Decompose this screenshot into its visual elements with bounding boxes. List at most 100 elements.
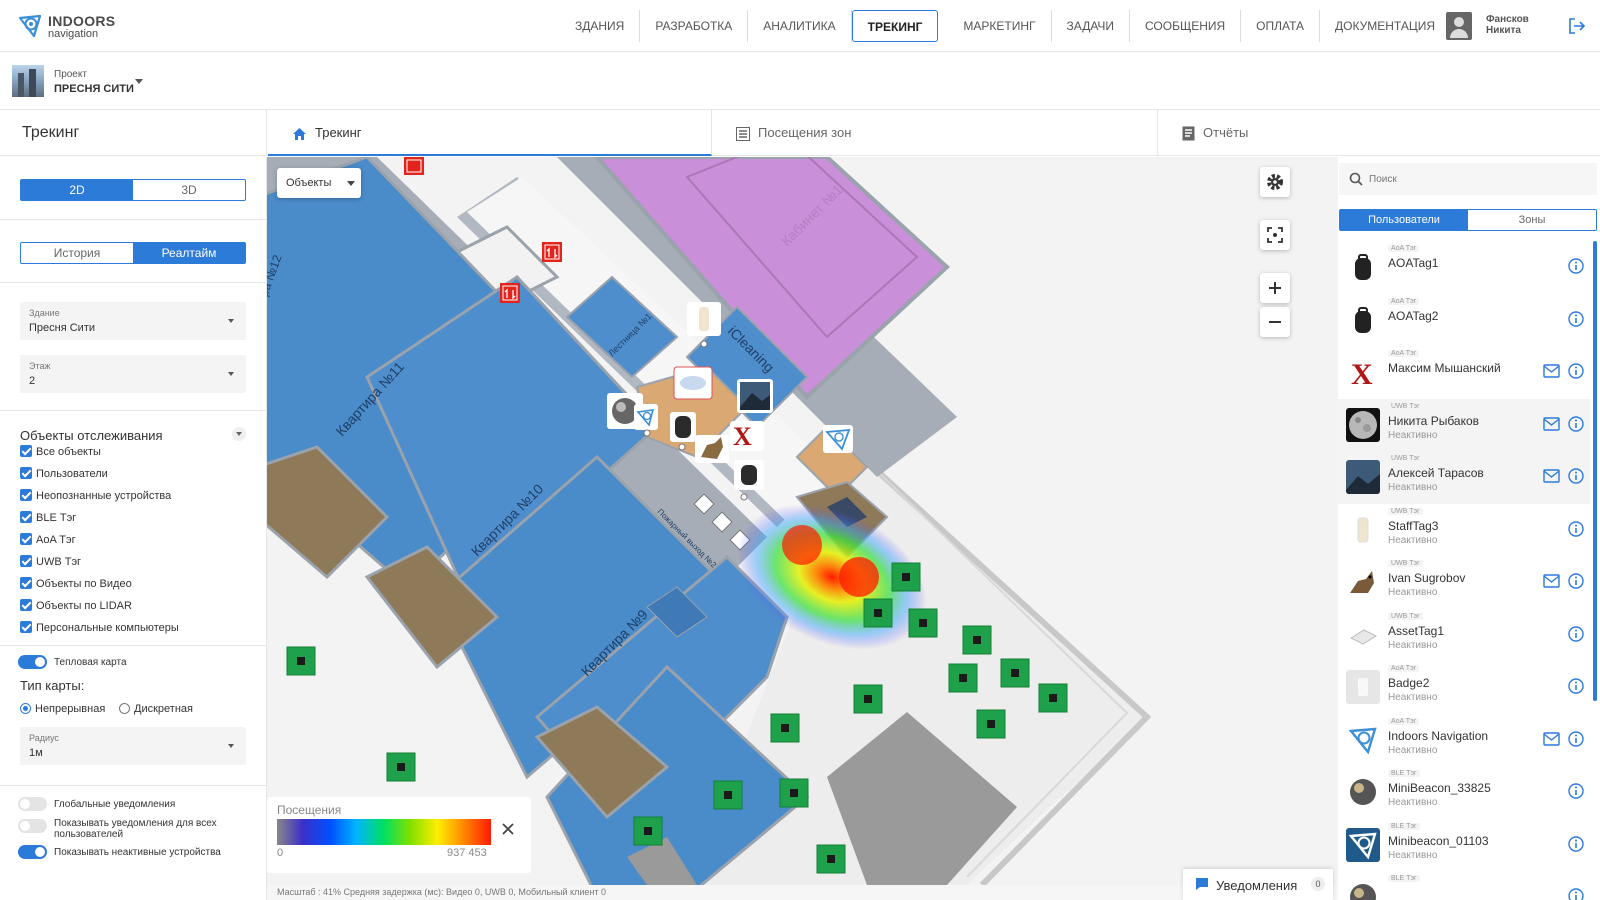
nav-item[interactable]: ОПЛАТА xyxy=(1241,10,1321,42)
collapse-icon[interactable] xyxy=(232,427,246,441)
info-icon[interactable] xyxy=(1568,625,1584,642)
map-settings-button[interactable] xyxy=(1260,167,1290,197)
tracked-object-marker[interactable] xyxy=(734,460,764,490)
tracked-object-marker[interactable] xyxy=(823,425,853,453)
nav-item[interactable]: СООБЩЕНИЯ xyxy=(1130,10,1242,42)
close-icon[interactable] xyxy=(501,822,515,836)
beacon-marker[interactable] xyxy=(976,709,1006,739)
beacon-marker[interactable] xyxy=(1038,683,1068,713)
beacon-marker[interactable] xyxy=(962,625,992,655)
beacon-marker[interactable] xyxy=(948,663,978,693)
show-inactive-toggle[interactable] xyxy=(18,845,47,859)
info-icon[interactable] xyxy=(1568,520,1584,537)
nav-item[interactable]: ЗАДАЧИ xyxy=(1052,10,1131,42)
tracked-object-marker[interactable] xyxy=(737,379,773,413)
user-menu[interactable]: Фансков Никита xyxy=(1446,12,1586,40)
notifications-button[interactable]: Уведомления 0 xyxy=(1183,869,1333,900)
info-icon[interactable] xyxy=(1568,730,1584,747)
info-icon[interactable] xyxy=(1568,888,1584,900)
beacon-marker[interactable] xyxy=(779,778,809,808)
radius-select[interactable]: Радиус 1м xyxy=(20,727,246,765)
beacon-marker[interactable] xyxy=(770,713,800,743)
tracked-object-marker[interactable] xyxy=(634,404,658,430)
tracking-filter-checkbox[interactable]: BLE Тэг xyxy=(20,509,76,527)
project-name[interactable]: ПРЕСНЯ СИТИ xyxy=(54,83,134,95)
list-item[interactable]: X AoA Тэг Максим Мышанский xyxy=(1338,346,1590,399)
tracking-filter-checkbox[interactable]: UWB Тэг xyxy=(20,553,81,571)
floor-select[interactable]: Этаж 2 xyxy=(20,355,246,393)
info-icon[interactable] xyxy=(1568,258,1584,274)
info-icon[interactable] xyxy=(1568,835,1584,852)
tab-tracking[interactable]: Трекинг xyxy=(268,110,712,156)
nav-item[interactable]: МАРКЕТИНГ xyxy=(948,10,1052,42)
history-button[interactable]: История xyxy=(21,243,133,263)
map-type-discrete[interactable]: Дискретная xyxy=(119,702,193,715)
beacon-marker[interactable] xyxy=(891,562,921,592)
beacon-marker[interactable] xyxy=(863,598,893,628)
beacon-marker[interactable] xyxy=(386,752,416,782)
tracking-filter-checkbox[interactable]: Объекты по Видео xyxy=(20,575,132,593)
tracked-object-marker[interactable] xyxy=(670,412,696,442)
nav-item[interactable]: РАЗРАБОТКА xyxy=(640,10,749,42)
mail-icon[interactable] xyxy=(1543,416,1560,431)
brand-logo[interactable]: INDOORS navigation xyxy=(16,10,136,42)
list-item[interactable]: AoA Тэг AOATag2 xyxy=(1338,294,1590,347)
list-item[interactable]: BLE Тэг MiniBeacon_33825 Неактивно xyxy=(1338,766,1590,819)
list-item[interactable]: BLE Тэг xyxy=(1338,871,1590,900)
floor-plan[interactable]: Кабинет №1 Квартира №11 Квартира №10 Ква… xyxy=(267,157,1338,885)
objects-dropdown[interactable]: Объекты xyxy=(277,168,361,198)
beacon-marker[interactable] xyxy=(286,646,316,676)
list-item[interactable]: UWB Тэг AssetTag1 Неактивно xyxy=(1338,609,1590,662)
list-item[interactable]: UWB Тэг Никита Рыбаков Неактивно xyxy=(1338,398,1590,452)
beacon-marker[interactable] xyxy=(633,816,663,846)
info-icon[interactable] xyxy=(1568,415,1584,432)
project-image[interactable] xyxy=(12,65,44,97)
info-icon[interactable] xyxy=(1568,573,1584,589)
mail-icon[interactable] xyxy=(1543,574,1560,588)
tracked-object-marker[interactable] xyxy=(695,435,729,463)
logout-icon[interactable] xyxy=(1568,18,1586,34)
users-tab[interactable]: Пользователи xyxy=(1340,210,1468,230)
beacon-marker[interactable] xyxy=(853,684,883,714)
list-item[interactable]: AoA Тэг Badge2 Неактивно xyxy=(1338,661,1590,714)
nav-item[interactable]: ДОКУМЕНТАЦИЯ xyxy=(1320,10,1450,42)
nav-item[interactable]: ТРЕКИНГ xyxy=(851,10,939,42)
notifications-all-users-toggle[interactable] xyxy=(18,819,47,833)
mail-icon[interactable] xyxy=(1543,469,1560,483)
tracking-filter-checkbox[interactable]: Пользователи xyxy=(20,465,108,483)
heatmap-toggle[interactable] xyxy=(18,655,47,669)
beacon-marker[interactable] xyxy=(713,780,743,810)
tracking-filter-checkbox[interactable]: Персональные компьютеры xyxy=(20,619,179,637)
list-item[interactable]: AoA Тэг Indoors Navigation Неактивно xyxy=(1338,714,1590,767)
beacon-marker[interactable] xyxy=(1000,658,1030,688)
tracking-filter-checkbox[interactable]: Неопознанные устройства xyxy=(20,487,171,505)
zoom-out-button[interactable] xyxy=(1260,307,1290,337)
beacon-marker[interactable] xyxy=(816,844,846,874)
zoom-in-button[interactable] xyxy=(1260,273,1290,303)
mail-icon[interactable] xyxy=(1543,364,1560,378)
info-icon[interactable] xyxy=(1568,783,1584,799)
global-notifications-toggle[interactable] xyxy=(18,797,47,811)
info-icon[interactable] xyxy=(1568,310,1584,327)
view-2d-button[interactable]: 2D xyxy=(21,180,133,200)
map-fit-button[interactable] xyxy=(1260,220,1290,250)
nav-item[interactable]: АНАЛИТИКА xyxy=(748,10,852,42)
tab-reports[interactable]: Отчёты xyxy=(1158,110,1600,156)
list-item[interactable]: UWB Тэг Ivan Sugrobov Неактивно xyxy=(1338,556,1590,609)
list-scrollbar[interactable] xyxy=(1593,241,1597,701)
view-3d-button[interactable]: 3D xyxy=(133,180,245,200)
nav-item[interactable]: ЗДАНИЯ xyxy=(560,10,641,42)
project-dropdown-icon[interactable] xyxy=(135,79,143,84)
info-icon[interactable] xyxy=(1568,363,1584,379)
map-type-continuous[interactable]: Непрерывная xyxy=(20,702,105,715)
list-item[interactable]: UWB Тэг StaffTag3 Неактивно xyxy=(1338,504,1590,557)
tracked-object-marker[interactable] xyxy=(673,366,713,400)
tracking-filter-checkbox[interactable]: Все объекты xyxy=(20,443,101,461)
mail-icon[interactable] xyxy=(1543,731,1560,746)
tracking-filter-checkbox[interactable]: Объекты по LIDAR xyxy=(20,597,132,615)
realtime-button[interactable]: Реалтайм xyxy=(133,243,245,263)
tracking-filter-checkbox[interactable]: AoA Тэг xyxy=(20,531,76,549)
tab-zone-visits[interactable]: Посещения зон xyxy=(712,110,1158,156)
info-icon[interactable] xyxy=(1568,468,1584,484)
building-select[interactable]: Здание Пресня Сити xyxy=(20,302,246,340)
